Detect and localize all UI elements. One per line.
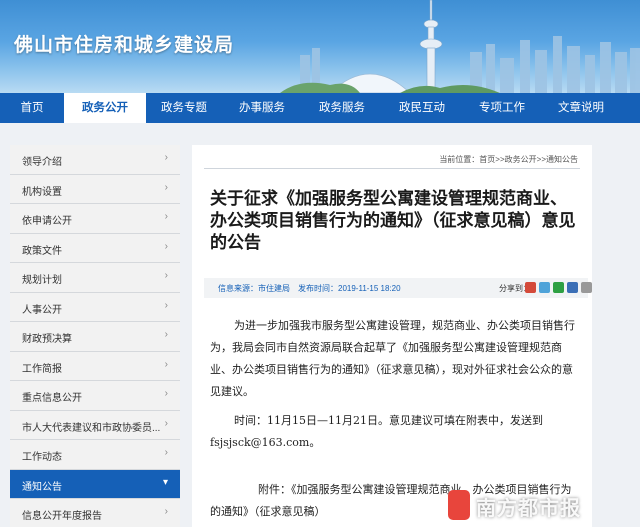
breadcrumb: 当前位置：首页>>政务公开>>通知公告 <box>439 155 578 164</box>
nav-item[interactable]: 首页 <box>0 93 64 123</box>
sidebar-item-label: 工作动态 <box>22 452 62 463</box>
nav-item[interactable]: 政民互动 <box>382 93 462 123</box>
paragraph: 为进一步加强我市服务型公寓建设管理，规范商业、办公类项目销售行为，我局会同市自然… <box>210 319 575 398</box>
chevron-right-icon: › <box>164 417 168 429</box>
chevron-right-icon: › <box>164 270 168 281</box>
chevron-right-icon: › <box>164 447 168 458</box>
sidebar-item[interactable]: 工作动态 › <box>10 440 180 470</box>
paragraph: 时间：11月15日—11月21日。意见建议可填在附表中，发送到fsjsjsck@… <box>210 414 543 449</box>
sidebar-item-label: 市人大代表建议和市政协委员... <box>22 422 161 434</box>
nav-item[interactable]: 政务专题 <box>146 93 222 123</box>
chevron-right-icon: › <box>164 329 168 340</box>
chevron-right-icon: › <box>164 299 168 311</box>
nav-item[interactable]: 办事服务 <box>222 93 302 123</box>
newspaper-logo-icon <box>448 490 470 520</box>
chevron-right-icon: › <box>164 358 168 370</box>
sidebar-item[interactable]: 机构设置 › <box>10 174 180 204</box>
chevron-down-icon: ▾ <box>162 476 168 488</box>
sidebar-item[interactable]: 领导介绍 › <box>10 145 180 175</box>
article-title: 关于征求《加强服务型公寓建设管理规范商业、办公类项目销售行为的通知》（征求意见稿… <box>210 189 576 253</box>
publish-date: 发布时间：2019-11-15 18:20 <box>298 284 401 293</box>
sidebar-item-label: 人事公开 <box>22 304 62 316</box>
article-meta-bar: 信息来源：市住建局 发布时间：2019-11-15 18:20 分享到： <box>204 278 592 298</box>
tencent-share-icon[interactable] <box>567 282 578 293</box>
chevron-right-icon: › <box>164 240 168 252</box>
sidebar-item[interactable]: 信息公开年度报告 › <box>10 499 180 527</box>
share-icons <box>525 282 592 293</box>
sidebar-item-label: 重点信息公开 <box>22 393 82 404</box>
sidebar-item-label: 规划计划 <box>22 275 62 286</box>
sidebar: 领导介绍 › 机构设置 › 依申请公开 › 政策文件 › 规划计划 › 人事公开 › 财政预决算 › 工作简… <box>10 145 180 527</box>
sidebar-item[interactable]: 财政预决算 › <box>10 322 180 352</box>
sidebar-item[interactable]: 市人大代表建议和市政协委员... › <box>10 410 180 440</box>
sidebar-item[interactable]: 政策文件 › <box>10 233 180 263</box>
watermark: 南方都市报 <box>448 488 633 524</box>
sidebar-item[interactable]: 依申请公开 › <box>10 204 180 234</box>
divider <box>204 168 580 169</box>
sidebar-item-label: 机构设置 <box>22 186 62 198</box>
main-content: 当前位置：首页>>政务公开>>通知公告 关于征求《加强服务型公寓建设管理规范商业… <box>192 145 592 527</box>
chevron-right-icon: › <box>164 211 168 222</box>
sidebar-item-label: 通知公告 <box>22 481 62 493</box>
sidebar-item-label: 财政预决算 <box>22 334 72 345</box>
chevron-right-icon: › <box>164 506 168 517</box>
chevron-right-icon: › <box>164 388 168 399</box>
sidebar-item-label: 政策文件 <box>22 245 62 257</box>
sidebar-item[interactable]: 规划计划 › <box>10 263 180 293</box>
sidebar-item-label: 依申请公开 <box>22 216 72 227</box>
sidebar-item[interactable]: 通知公告 ▾ <box>10 469 180 499</box>
chevron-right-icon: › <box>164 181 168 193</box>
wechat-share-icon[interactable] <box>553 282 564 293</box>
nav-item[interactable]: 政务服务 <box>302 93 382 123</box>
nav-item[interactable]: 专项工作 <box>462 93 542 123</box>
watermark-text: 南方都市报 <box>476 496 581 520</box>
sidebar-item[interactable]: 工作简报 › <box>10 351 180 381</box>
qzone-share-icon[interactable] <box>539 282 550 293</box>
sidebar-item-label: 信息公开年度报告 <box>22 511 102 522</box>
sidebar-item[interactable]: 人事公开 › <box>10 292 180 322</box>
chevron-right-icon: › <box>164 152 168 163</box>
nav-item[interactable]: 文章说明 <box>542 93 620 123</box>
sidebar-item[interactable]: 重点信息公开 › <box>10 381 180 411</box>
header-banner: 佛山市住房和城乡建设局 <box>0 0 640 93</box>
sidebar-item-label: 工作简报 <box>22 363 62 375</box>
more-share-icon[interactable] <box>581 282 592 293</box>
nav-item[interactable]: 政务公开 <box>64 93 146 123</box>
sidebar-item-label: 领导介绍 <box>22 157 62 168</box>
info-source: 信息来源：市住建局 <box>218 284 290 293</box>
weibo-share-icon[interactable] <box>525 282 536 293</box>
main-nav: 首页 政务公开 政务专题 办事服务 政务服务 政民互动 专项工作 文章说明 <box>0 93 640 123</box>
site-title: 佛山市住房和城乡建设局 <box>14 34 235 56</box>
